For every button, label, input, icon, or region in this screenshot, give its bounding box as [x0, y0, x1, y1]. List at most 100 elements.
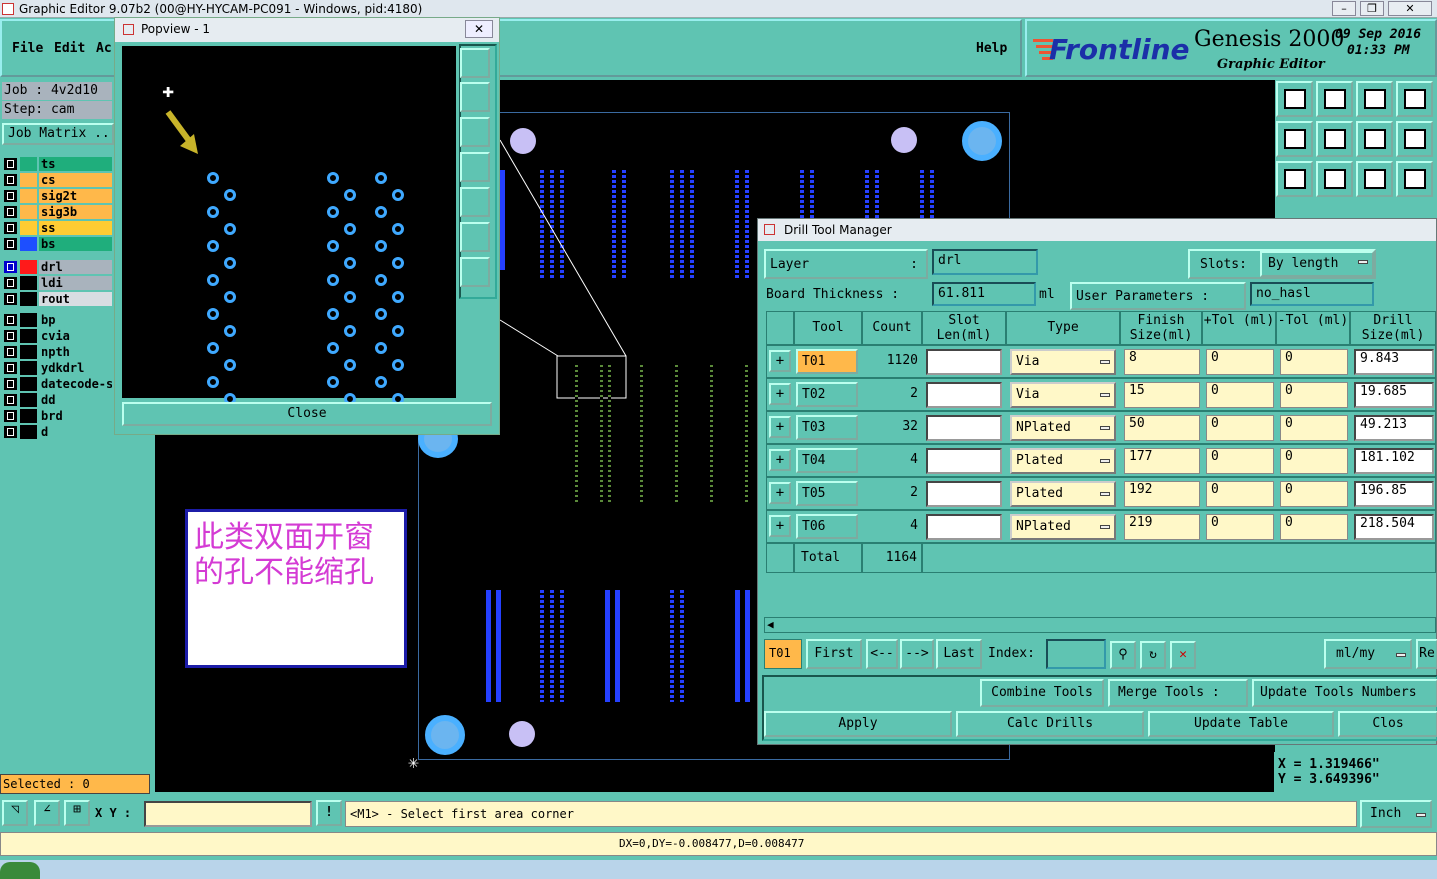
- layer-row-brd[interactable]: brd: [4, 409, 112, 423]
- prev-button[interactable]: <--: [866, 639, 898, 669]
- zoom-out-button[interactable]: [460, 257, 490, 287]
- minus-tol-input[interactable]: 0: [1280, 481, 1348, 507]
- tool-name[interactable]: T02: [796, 382, 858, 407]
- minimize-button[interactable]: –: [1332, 1, 1356, 16]
- combine-tools-button[interactable]: Combine Tools: [980, 679, 1104, 707]
- layer-row-ydkdrl[interactable]: ydkdrl: [4, 361, 112, 375]
- search-tool-button[interactable]: ⚲: [1110, 641, 1136, 669]
- drill-size-input[interactable]: 9.843: [1354, 349, 1434, 375]
- layer-checkbox-icon[interactable]: [4, 330, 17, 342]
- next-button[interactable]: -->: [900, 639, 934, 669]
- slot-len-input[interactable]: [926, 481, 1002, 507]
- help-query-button[interactable]: [1396, 161, 1433, 197]
- menu-file[interactable]: File: [12, 41, 43, 56]
- zoom-in-button[interactable]: [460, 222, 490, 252]
- minus-tol-input[interactable]: 0: [1280, 448, 1348, 474]
- grid-view-button[interactable]: [1396, 81, 1433, 117]
- layer-row-cs[interactable]: cs: [4, 173, 112, 187]
- type-dropdown[interactable]: Plated: [1010, 481, 1116, 507]
- maximize-button[interactable]: ❐: [1360, 1, 1384, 16]
- popview-close-button[interactable]: Close: [122, 402, 492, 426]
- minus-tol-input[interactable]: 0: [1280, 415, 1348, 441]
- row-expand-button[interactable]: +: [769, 383, 791, 405]
- layer-checkbox-icon[interactable]: [4, 261, 17, 273]
- mirror-button[interactable]: [1356, 121, 1393, 157]
- plus-tol-input[interactable]: 0: [1206, 382, 1274, 408]
- start-button-icon[interactable]: [0, 862, 40, 879]
- last-button[interactable]: Last: [936, 639, 982, 669]
- slot-len-input[interactable]: [926, 448, 1002, 474]
- layer-checkbox-icon[interactable]: [4, 277, 17, 289]
- slot-len-input[interactable]: [926, 382, 1002, 408]
- layer-checkbox-icon[interactable]: [4, 190, 17, 202]
- tool-name[interactable]: T03: [796, 415, 858, 440]
- fit-screen-button[interactable]: [1276, 161, 1313, 197]
- dtm-close-button[interactable]: Clos: [1338, 711, 1437, 737]
- drill-size-input[interactable]: 218.504: [1354, 514, 1434, 540]
- popview-close-icon[interactable]: ✕: [465, 20, 493, 38]
- layer-checkbox-icon[interactable]: [4, 362, 17, 374]
- drill-size-input[interactable]: 181.102: [1354, 448, 1434, 474]
- swap-button[interactable]: [1396, 121, 1433, 157]
- scroll-left-icon[interactable]: ◀: [767, 618, 774, 631]
- warning-icon[interactable]: !: [316, 800, 342, 826]
- view-top-button[interactable]: [1276, 81, 1313, 117]
- pan-down-button[interactable]: [460, 117, 490, 147]
- plus-tol-input[interactable]: 0: [1206, 514, 1274, 540]
- pan-right-button[interactable]: [460, 187, 490, 217]
- delete-tool-button[interactable]: ✕: [1170, 641, 1196, 669]
- tool-name[interactable]: T05: [796, 481, 858, 506]
- minus-tol-input[interactable]: 0: [1280, 382, 1348, 408]
- minus-tol-input[interactable]: 0: [1280, 514, 1348, 540]
- units-dropdown[interactable]: ml/my: [1324, 639, 1412, 669]
- update-table-button[interactable]: Update Table: [1148, 711, 1334, 737]
- tool-name[interactable]: T06: [796, 514, 858, 539]
- plus-tol-input[interactable]: 0: [1206, 349, 1274, 375]
- layer-row-dd[interactable]: dd: [4, 393, 112, 407]
- layer-checkbox-icon[interactable]: [4, 174, 17, 186]
- layer-row-bp[interactable]: bp: [4, 313, 112, 327]
- drill-size-input[interactable]: 196.85: [1354, 481, 1434, 507]
- plus-tol-input[interactable]: 0: [1206, 415, 1274, 441]
- layer-field[interactable]: drl: [932, 249, 1038, 275]
- user-params-field[interactable]: no_hasl: [1250, 282, 1374, 306]
- home-button[interactable]: [1356, 81, 1393, 117]
- layer-checkbox-icon[interactable]: [4, 410, 17, 422]
- units-select[interactable]: Inch: [1360, 800, 1432, 828]
- pan-up-button[interactable]: [460, 82, 490, 112]
- type-dropdown[interactable]: NPlated: [1010, 415, 1116, 441]
- table-scrollbar[interactable]: ◀: [764, 617, 1436, 633]
- slot-len-input[interactable]: [926, 514, 1002, 540]
- layer-row-ldi[interactable]: ldi: [4, 276, 112, 290]
- layer-checkbox-icon[interactable]: [4, 293, 17, 305]
- tool-name[interactable]: T04: [796, 448, 858, 473]
- finish-size-input[interactable]: 8: [1124, 349, 1200, 375]
- layer-checkbox-icon[interactable]: [4, 394, 17, 406]
- view-right-button[interactable]: [1316, 121, 1353, 157]
- first-button[interactable]: First: [806, 639, 862, 669]
- slot-len-input[interactable]: [926, 349, 1002, 375]
- layer-row-npth[interactable]: npth: [4, 345, 112, 359]
- layer-checkbox-icon[interactable]: [4, 346, 17, 358]
- tool-name[interactable]: T01: [796, 349, 858, 374]
- minus-tol-input[interactable]: 0: [1280, 349, 1348, 375]
- row-expand-button[interactable]: +: [769, 350, 791, 372]
- board-thickness-field[interactable]: 61.811: [932, 282, 1036, 306]
- job-matrix-button[interactable]: Job Matrix ...: [2, 123, 114, 145]
- layer-checkbox-icon[interactable]: [4, 158, 17, 170]
- layer-checkbox-icon[interactable]: [4, 378, 17, 390]
- type-dropdown[interactable]: Plated: [1010, 448, 1116, 474]
- slot-len-input[interactable]: [926, 415, 1002, 441]
- layer-row-ts[interactable]: ts: [4, 157, 112, 171]
- finish-size-input[interactable]: 177: [1124, 448, 1200, 474]
- layer-checkbox-icon[interactable]: [4, 206, 17, 218]
- layer-checkbox-icon[interactable]: [4, 314, 17, 326]
- close-window-button[interactable]: ✕: [1388, 1, 1432, 16]
- apply-button[interactable]: Apply: [764, 711, 952, 737]
- xy-input[interactable]: [144, 801, 312, 827]
- layer-row-sig2t[interactable]: sig2t: [4, 189, 112, 203]
- row-expand-button[interactable]: +: [769, 515, 791, 537]
- measure-tool-button[interactable]: ∠: [34, 800, 60, 826]
- finish-size-input[interactable]: 219: [1124, 514, 1200, 540]
- finish-size-input[interactable]: 50: [1124, 415, 1200, 441]
